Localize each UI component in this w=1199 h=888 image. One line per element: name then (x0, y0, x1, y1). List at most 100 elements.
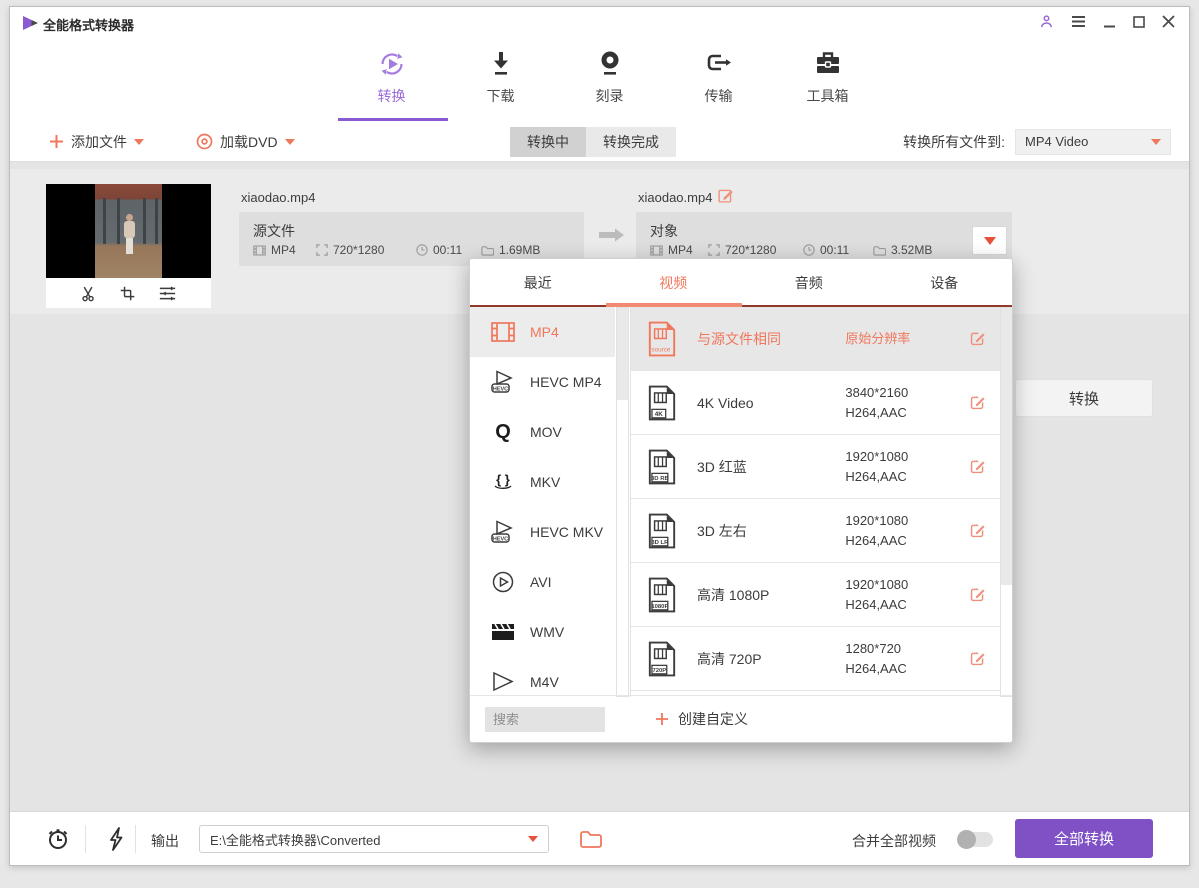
preset-edit-icon[interactable] (969, 330, 986, 347)
format-item-m4v[interactable]: M4V (470, 657, 615, 697)
tab-converting[interactable]: 转换中 (510, 127, 586, 157)
preset-doc-icon: 4K (647, 385, 677, 421)
convert-row-button[interactable]: 转换 (1015, 379, 1153, 417)
transfer-icon (704, 49, 734, 79)
preset-row-3d-lr[interactable]: 3D LR 3D 左右 1920*1080H264,AAC (631, 499, 1000, 563)
open-folder-icon[interactable] (579, 829, 603, 849)
nav-tab-download[interactable]: 下载 (446, 37, 555, 115)
popup-tab-recent[interactable]: 最近 (470, 259, 606, 307)
preset-row-4k[interactable]: 4K 4K Video 3840*2160H264,AAC (631, 371, 1000, 435)
svg-text:3D RB: 3D RB (651, 476, 669, 482)
format-list-scrollbar[interactable] (616, 307, 629, 697)
minimize-icon[interactable] (1103, 15, 1116, 28)
preset-row-source[interactable]: source 与源文件相同 原始分辨率 (631, 307, 1000, 371)
format-item-mov[interactable]: Q MOV (470, 407, 615, 457)
scrollbar-thumb[interactable] (1001, 308, 1012, 585)
clapperboard-icon (490, 620, 516, 644)
mp4-film-icon (490, 320, 516, 344)
load-dvd-button[interactable]: 加载DVD (196, 121, 295, 162)
svg-text:720P: 720P (652, 668, 666, 674)
format-picker-popup: 最近 视频 音频 设备 MP4 HEVC HEVC MP4 (469, 258, 1013, 743)
popup-tab-video[interactable]: 视频 (606, 259, 742, 307)
source-format: MP4 (253, 243, 316, 257)
clock-icon (416, 244, 428, 256)
svg-text:HEVC: HEVC (493, 387, 508, 393)
scrollbar-thumb[interactable] (617, 308, 628, 400)
format-item-wmv[interactable]: WMV (470, 607, 615, 657)
video-thumbnail-card (46, 184, 211, 308)
effects-sliders-icon[interactable] (158, 285, 177, 302)
high-speed-bolt-icon[interactable] (107, 827, 125, 851)
nav-tab-burn[interactable]: 刻录 (555, 37, 664, 115)
footer-bar: 输出 E:\全能格式转换器\Converted 合并全部视频 全部转换 (10, 811, 1189, 865)
preset-row-3d-rb[interactable]: 3D RB 3D 红蓝 1920*1080H264,AAC (631, 435, 1000, 499)
format-item-mp4[interactable]: MP4 (470, 307, 615, 357)
format-item-avi[interactable]: AVI (470, 557, 615, 607)
film-icon (650, 245, 663, 256)
svg-text:HEVC: HEVC (493, 537, 508, 543)
crop-icon[interactable] (119, 285, 136, 302)
source-resolution: 720*1280 (316, 243, 416, 257)
film-icon (253, 245, 266, 256)
source-size: 1.69MB (481, 243, 540, 257)
toolbox-icon (813, 49, 843, 79)
close-icon[interactable] (1162, 15, 1175, 28)
format-list: MP4 HEVC HEVC MP4 Q MOV { } MKV (470, 307, 615, 697)
svg-text:3D LR: 3D LR (651, 540, 669, 546)
preset-list-scrollbar[interactable] (1000, 307, 1012, 697)
preset-edit-icon[interactable] (969, 458, 986, 475)
svg-text:4K: 4K (655, 411, 664, 418)
nav-tab-toolbox[interactable]: 工具箱 (773, 37, 882, 115)
format-search-input[interactable] (485, 707, 605, 732)
target-file-name: xiaodao.mp4 (638, 190, 712, 205)
burn-icon (596, 49, 624, 79)
chevron-down-icon (528, 836, 538, 842)
source-file-name: xiaodao.mp4 (241, 190, 315, 205)
convert-all-button[interactable]: 全部转换 (1015, 819, 1153, 858)
video-thumbnail (46, 184, 211, 278)
target-format: MP4 (650, 243, 708, 257)
preset-row-1080p[interactable]: 1080P 高清 1080P 1920*1080H264,AAC (631, 563, 1000, 627)
target-format-dropdown-button[interactable] (972, 226, 1007, 255)
rename-edit-icon[interactable] (717, 187, 734, 204)
format-item-hevc-mp4[interactable]: HEVC HEVC MP4 (470, 357, 615, 407)
preset-list: source 与源文件相同 原始分辨率 4K 4K Video 3840*216… (630, 307, 1000, 697)
preset-doc-icon: 3D LR (647, 513, 677, 549)
preset-edit-icon[interactable] (969, 522, 986, 539)
preset-edit-icon[interactable] (969, 394, 986, 411)
resolution-icon (316, 244, 328, 256)
target-resolution: 720*1280 (708, 243, 803, 257)
svg-text:1080P: 1080P (651, 604, 668, 610)
create-custom-button[interactable]: 创建自定义 (655, 709, 748, 729)
menu-icon[interactable] (1071, 15, 1086, 28)
schedule-alarm-icon[interactable] (46, 827, 70, 851)
add-file-button[interactable]: 添加文件 (49, 121, 144, 162)
output-path-select[interactable]: E:\全能格式转换器\Converted (199, 825, 549, 853)
trim-scissors-icon[interactable] (80, 285, 97, 302)
chevron-down-icon (285, 139, 295, 145)
output-format-select[interactable]: MP4 Video (1015, 129, 1171, 155)
hevc-play-icon: HEVC (490, 520, 516, 544)
format-item-hevc-mkv[interactable]: HEVC HEVC MKV (470, 507, 615, 557)
user-account-icon[interactable] (1039, 14, 1054, 29)
nav-tab-transfer[interactable]: 传输 (664, 37, 773, 115)
maximize-icon[interactable] (1133, 16, 1145, 28)
merge-all-toggle[interactable] (959, 832, 993, 847)
chevron-down-icon (984, 237, 996, 245)
app-logo-icon (22, 15, 39, 31)
preset-row-720p[interactable]: 720P 高清 720P 1280*720H264,AAC (631, 627, 1000, 691)
popup-tab-device[interactable]: 设备 (877, 259, 1013, 307)
target-size: 3.52MB (873, 243, 932, 257)
preset-edit-icon[interactable] (969, 650, 986, 667)
nav-tab-convert[interactable]: 转换 (337, 37, 446, 115)
convert-all-to-label: 转换所有文件到: (903, 132, 1005, 152)
plus-icon (49, 134, 64, 149)
merge-all-label: 合并全部视频 (852, 831, 936, 851)
matroska-icon: { } (490, 470, 516, 494)
preset-edit-icon[interactable] (969, 586, 986, 603)
format-item-mkv[interactable]: { } MKV (470, 457, 615, 507)
tab-finished[interactable]: 转换完成 (586, 127, 676, 157)
chevron-down-icon (1151, 139, 1161, 145)
quicktime-icon: Q (490, 420, 516, 444)
popup-tab-audio[interactable]: 音频 (741, 259, 877, 307)
